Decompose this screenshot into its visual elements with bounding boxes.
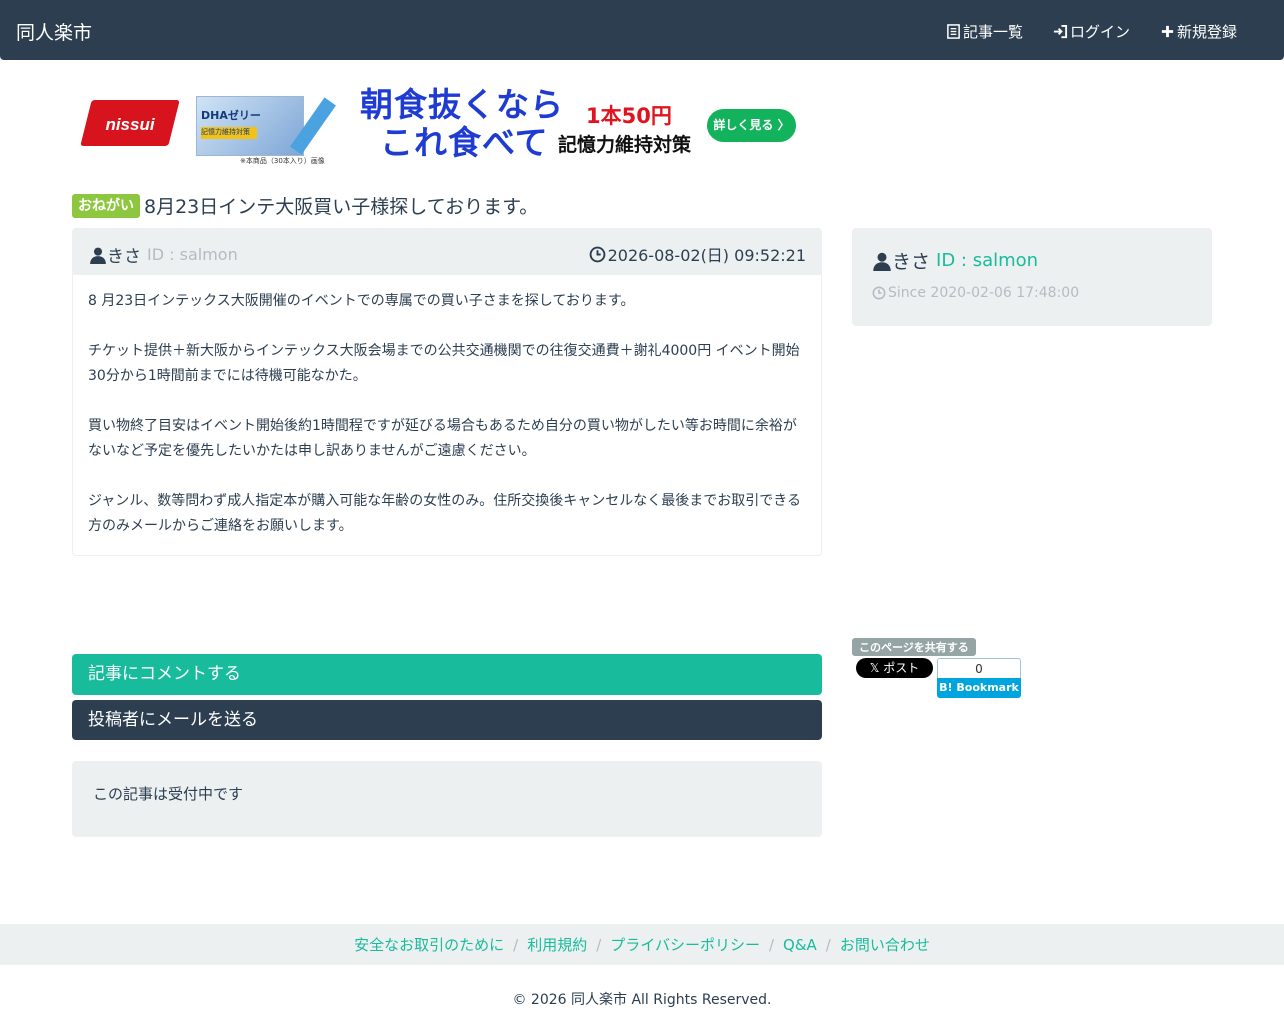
user-icon — [90, 247, 106, 264]
post-panel: きさ ID : salmon 2026-08-02(日) 09:52:21 8 … — [72, 228, 822, 556]
profile-author-id: ID : salmon — [936, 250, 1039, 271]
footer-separator: / — [825, 935, 831, 954]
footer-link-terms[interactable]: 利用規約 — [527, 934, 587, 955]
post-header: きさ ID : salmon 2026-08-02(日) 09:52:21 — [73, 229, 821, 275]
nav-login[interactable]: ログイン — [1053, 21, 1130, 42]
nav-login-label: ログイン — [1070, 23, 1131, 41]
ad-headline-1: 朝食抜くなら — [360, 85, 564, 124]
navbar: 同人楽市 記事一覧 ログイン 新規登録 — [0, 0, 1284, 60]
footer-link-privacy[interactable]: プライバシーポリシー — [610, 934, 760, 955]
site-brand[interactable]: 同人楽市 — [16, 18, 92, 45]
comment-button[interactable]: 記事にコメントする — [72, 654, 822, 695]
post-author-id: ID : salmon — [147, 245, 238, 264]
footer-separator: / — [513, 935, 519, 954]
post-paragraph: チケット提供＋新大阪からインテックス大阪会場までの公共交通機関での往復交通費＋謝… — [88, 343, 800, 384]
post-paragraph: 8 月23日インテックス大阪開催のイベントでの専属での買い子さまを探しております… — [88, 293, 635, 309]
post-title: 8月23日インテ大阪買い子様探しております。 — [144, 196, 539, 218]
member-since-text: Since 2020-02-06 17:48:00 — [888, 285, 1080, 301]
ad-subline: 記憶力維持対策 — [558, 134, 692, 156]
hatena-bookmark-widget[interactable]: 0 B! Bookmark — [937, 658, 1021, 698]
mail-author-button[interactable]: 投稿者にメールを送る — [72, 700, 822, 740]
post-author-name: きさ — [107, 247, 141, 267]
copyright: © 2026 同人楽市 All Rights Reserved. — [512, 992, 772, 1008]
product-caption: ※本商品（30本入り）画像 — [240, 157, 325, 165]
ad-price: 1本50円 — [586, 104, 672, 128]
share-label: このページを共有する — [852, 638, 976, 656]
product-image: DHAゼリー 記憶力維持対策 — [196, 96, 304, 156]
nav-register[interactable]: 新規登録 — [1160, 21, 1237, 42]
nav-register-label: 新規登録 — [1177, 23, 1238, 41]
footer-link-safe-trade[interactable]: 安全なお取引のために — [354, 934, 504, 955]
author-profile-card: きさ ID : salmon Since 2020-02-06 17:48:00 — [852, 228, 1212, 326]
login-icon — [1053, 24, 1068, 39]
product-badge: 記憶力維持対策 — [201, 127, 257, 139]
footer-link-contact[interactable]: お問い合わせ — [840, 934, 930, 955]
footer-nav: 安全なお取引のために / 利用規約 / プライバシーポリシー / Q&A / お… — [0, 924, 1284, 965]
nav-article-list-label: 記事一覧 — [963, 23, 1024, 41]
post-paragraph: ジャンル、数等問わず成人指定本が購入可能な年齢の女性のみ。住所交換後キャンセルな… — [88, 493, 802, 534]
footer-separator: / — [596, 935, 602, 954]
clock-icon — [589, 246, 605, 262]
product-name: DHAゼリー — [201, 109, 261, 122]
list-icon — [947, 24, 960, 39]
profile-author-name: きさ — [892, 251, 931, 273]
post-body: 8 月23日インテックス大阪開催のイベントでの専属での買い子さまを探しております… — [88, 289, 806, 564]
footer-link-qa[interactable]: Q&A — [783, 936, 817, 954]
member-since: Since 2020-02-06 17:48:00 — [872, 285, 1079, 301]
status-well: この記事は受付中です — [72, 761, 822, 837]
bookmark-button[interactable]: B! Bookmark — [937, 678, 1021, 698]
post-date-text: 2026-08-02(日) 09:52:21 — [607, 246, 806, 265]
post-date: 2026-08-02(日) 09:52:21 — [589, 242, 806, 266]
post-paragraph: 買い物終了目安はイベント開始後約1時間程ですが延びる場合もあるため自分の買い物が… — [88, 418, 797, 459]
category-badge: おねがい — [72, 193, 140, 218]
status-text: この記事は受付中です — [93, 785, 244, 803]
footer-separator: / — [768, 935, 775, 954]
user-icon — [873, 252, 891, 271]
plus-icon — [1161, 25, 1174, 38]
profile-author[interactable]: きさ ID : salmon — [872, 247, 1038, 274]
nav-article-list[interactable]: 記事一覧 — [946, 21, 1023, 42]
ad-detail-button[interactable]: 詳しく見る 〉 — [707, 109, 796, 142]
advertisement-banner[interactable]: nissui DHAゼリー 記憶力維持対策 ※本商品（30本入り）画像 朝食抜く… — [80, 86, 800, 166]
ad-headline-2: これ食べて — [380, 123, 549, 162]
post-author[interactable]: きさ ID : salmon — [89, 242, 238, 267]
nissui-logo: nissui — [80, 94, 180, 156]
logo-text: nissui — [105, 115, 155, 134]
post-title-row: おねがい 8月23日インテ大阪買い子様探しております。 — [72, 192, 538, 219]
bookmark-count[interactable]: 0 — [937, 658, 1021, 679]
x-post-button[interactable]: 𝕏 ポスト — [856, 658, 933, 678]
clock-icon — [872, 286, 886, 300]
